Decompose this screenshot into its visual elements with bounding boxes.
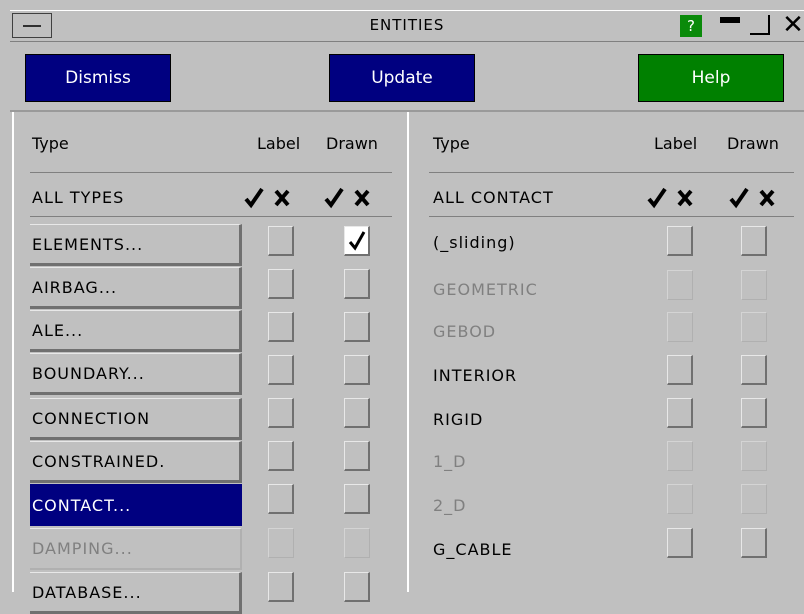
contact-row-rigid: RIGID <box>433 410 484 429</box>
help-button[interactable]: Help <box>638 54 784 102</box>
drawn-checkbox-contact[interactable] <box>344 484 370 514</box>
drawn-check-all-icon[interactable] <box>729 186 749 210</box>
type-row-airbag[interactable]: AIRBAG... <box>30 267 242 309</box>
label-checkbox-airbag[interactable] <box>268 269 294 299</box>
label-header: Label <box>257 134 301 153</box>
type-row-database[interactable]: DATABASE... <box>30 572 242 614</box>
header-divider <box>30 172 392 173</box>
contact-row-sliding: (_sliding) <box>433 233 516 252</box>
label-checkbox-interior[interactable] <box>667 355 693 385</box>
label-checkbox-database[interactable] <box>268 572 294 602</box>
help-icon[interactable]: ? <box>680 15 702 37</box>
drawn-checkbox-constrained[interactable] <box>344 441 370 471</box>
label-checkbox-gebod[interactable] <box>667 312 693 342</box>
type-row-constrained[interactable]: CONSTRAINED. <box>30 441 242 483</box>
label-checkbox-g-cable[interactable] <box>667 528 693 558</box>
label-checkbox-sliding[interactable] <box>667 226 693 256</box>
contact-row-interior: INTERIOR <box>433 366 518 385</box>
drawn-checkbox-database[interactable] <box>344 572 370 602</box>
drawn-checkbox-gebod[interactable] <box>741 312 767 342</box>
drawn-checkbox-sliding[interactable] <box>741 226 767 256</box>
drawn-checkbox-connection[interactable] <box>344 398 370 428</box>
dismiss-button[interactable]: Dismiss <box>25 54 171 102</box>
label-checkbox-rigid[interactable] <box>667 398 693 428</box>
label-check-all-icon[interactable] <box>244 186 264 210</box>
label-header: Label <box>654 134 698 153</box>
label-checkbox-connection[interactable] <box>268 398 294 428</box>
label-checkbox-elements[interactable] <box>268 226 294 256</box>
type-row-elements[interactable]: ELEMENTS... <box>30 224 242 266</box>
all-types-label: ALL TYPES <box>32 188 125 207</box>
label-checkbox-geometric[interactable] <box>667 270 693 300</box>
contact-row-geometric: GEOMETRIC <box>433 280 538 299</box>
contact-row-2d: 2_D <box>433 496 467 515</box>
all-contact-label: ALL CONTACT <box>433 188 554 207</box>
drawn-checkbox-2d[interactable] <box>741 484 767 514</box>
drawn-checkbox-g-cable[interactable] <box>741 528 767 558</box>
contact-row-gebod: GEBOD <box>433 322 497 341</box>
minimize-icon[interactable] <box>720 17 740 23</box>
type-header: Type <box>433 134 470 153</box>
type-row-connection[interactable]: CONNECTION <box>30 398 242 440</box>
drawn-checkbox-boundary[interactable] <box>344 355 370 385</box>
contact-panel: Type Label Drawn ALL CONTACT (_sliding) … <box>407 112 804 592</box>
label-check-all-icon[interactable] <box>647 186 667 210</box>
drawn-checkbox-ale[interactable] <box>344 312 370 342</box>
contact-row-1d: 1_D <box>433 452 467 471</box>
types-panel: Type Label Drawn ALL TYPES ELEMENTS... A… <box>12 112 404 614</box>
title-bar: ENTITIES ? ✕ <box>10 10 804 42</box>
drawn-checkbox-geometric[interactable] <box>741 270 767 300</box>
drawn-checkbox-airbag[interactable] <box>344 269 370 299</box>
label-checkbox-2d[interactable] <box>667 484 693 514</box>
drawn-header: Drawn <box>326 134 378 153</box>
toolbar: Dismiss Update Help <box>10 46 804 112</box>
contact-row-g-cable: G_CABLE <box>433 540 513 559</box>
drawn-clear-all-icon[interactable] <box>352 186 372 210</box>
drawn-checkbox-1d[interactable] <box>741 441 767 471</box>
label-clear-all-icon[interactable] <box>675 186 695 210</box>
drawn-checkbox-interior[interactable] <box>741 355 767 385</box>
type-row-ale[interactable]: ALE... <box>30 310 242 352</box>
type-header: Type <box>32 134 69 153</box>
label-checkbox-constrained[interactable] <box>268 441 294 471</box>
checkmark-icon <box>348 231 366 251</box>
drawn-header: Drawn <box>727 134 779 153</box>
drawn-checkbox-elements[interactable] <box>344 226 370 256</box>
header-divider <box>429 172 794 173</box>
type-row-boundary[interactable]: BOUNDARY... <box>30 353 242 395</box>
label-checkbox-boundary[interactable] <box>268 355 294 385</box>
drawn-clear-all-icon[interactable] <box>757 186 777 210</box>
update-button[interactable]: Update <box>329 54 475 102</box>
drawn-check-all-icon[interactable] <box>324 186 344 210</box>
close-icon[interactable]: ✕ <box>780 11 804 39</box>
type-row-damping[interactable]: DAMPING... <box>30 528 242 570</box>
all-row-divider <box>30 216 392 217</box>
label-checkbox-damping[interactable] <box>268 528 294 558</box>
label-clear-all-icon[interactable] <box>272 186 292 210</box>
label-checkbox-ale[interactable] <box>268 312 294 342</box>
type-row-contact[interactable]: CONTACT... <box>30 484 242 526</box>
label-checkbox-contact[interactable] <box>268 484 294 514</box>
maximize-icon[interactable] <box>750 15 770 35</box>
label-checkbox-1d[interactable] <box>667 441 693 471</box>
all-row-divider <box>429 216 794 217</box>
drawn-checkbox-damping[interactable] <box>344 528 370 558</box>
drawn-checkbox-rigid[interactable] <box>741 398 767 428</box>
